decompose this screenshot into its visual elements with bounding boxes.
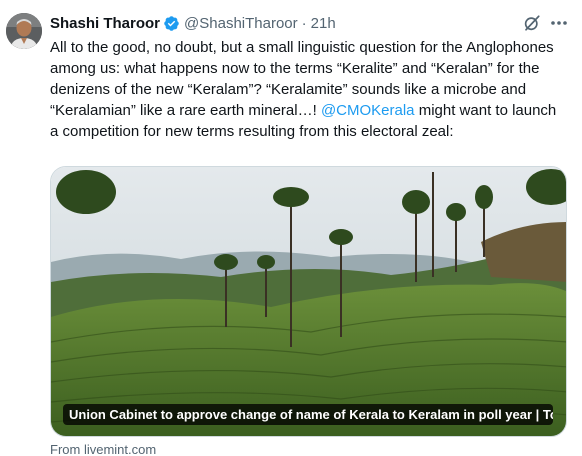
tweet-text: All to the good, no doubt, but a small l… bbox=[50, 37, 565, 142]
separator-dot: · bbox=[301, 14, 307, 32]
timestamp[interactable]: 21h bbox=[311, 15, 336, 32]
avatar-image bbox=[6, 13, 42, 49]
card-source[interactable]: From livemint.com bbox=[50, 442, 156, 456]
grok-icon[interactable] bbox=[523, 14, 541, 32]
tea-plantation-image bbox=[51, 167, 566, 436]
tweet-header: Shashi Tharoor @ShashiTharoor · 21h bbox=[50, 13, 336, 33]
author-name[interactable]: Shashi Tharoor bbox=[50, 15, 160, 32]
more-options-icon[interactable] bbox=[549, 14, 569, 32]
card-caption: Union Cabinet to approve change of name … bbox=[63, 404, 553, 425]
link-card[interactable]: Union Cabinet to approve change of name … bbox=[50, 166, 567, 437]
author-handle[interactable]: @ShashiTharoor bbox=[184, 15, 298, 32]
mention-link[interactable]: @CMOKerala bbox=[321, 102, 415, 119]
verified-badge-icon bbox=[163, 15, 180, 32]
avatar[interactable] bbox=[6, 13, 42, 49]
